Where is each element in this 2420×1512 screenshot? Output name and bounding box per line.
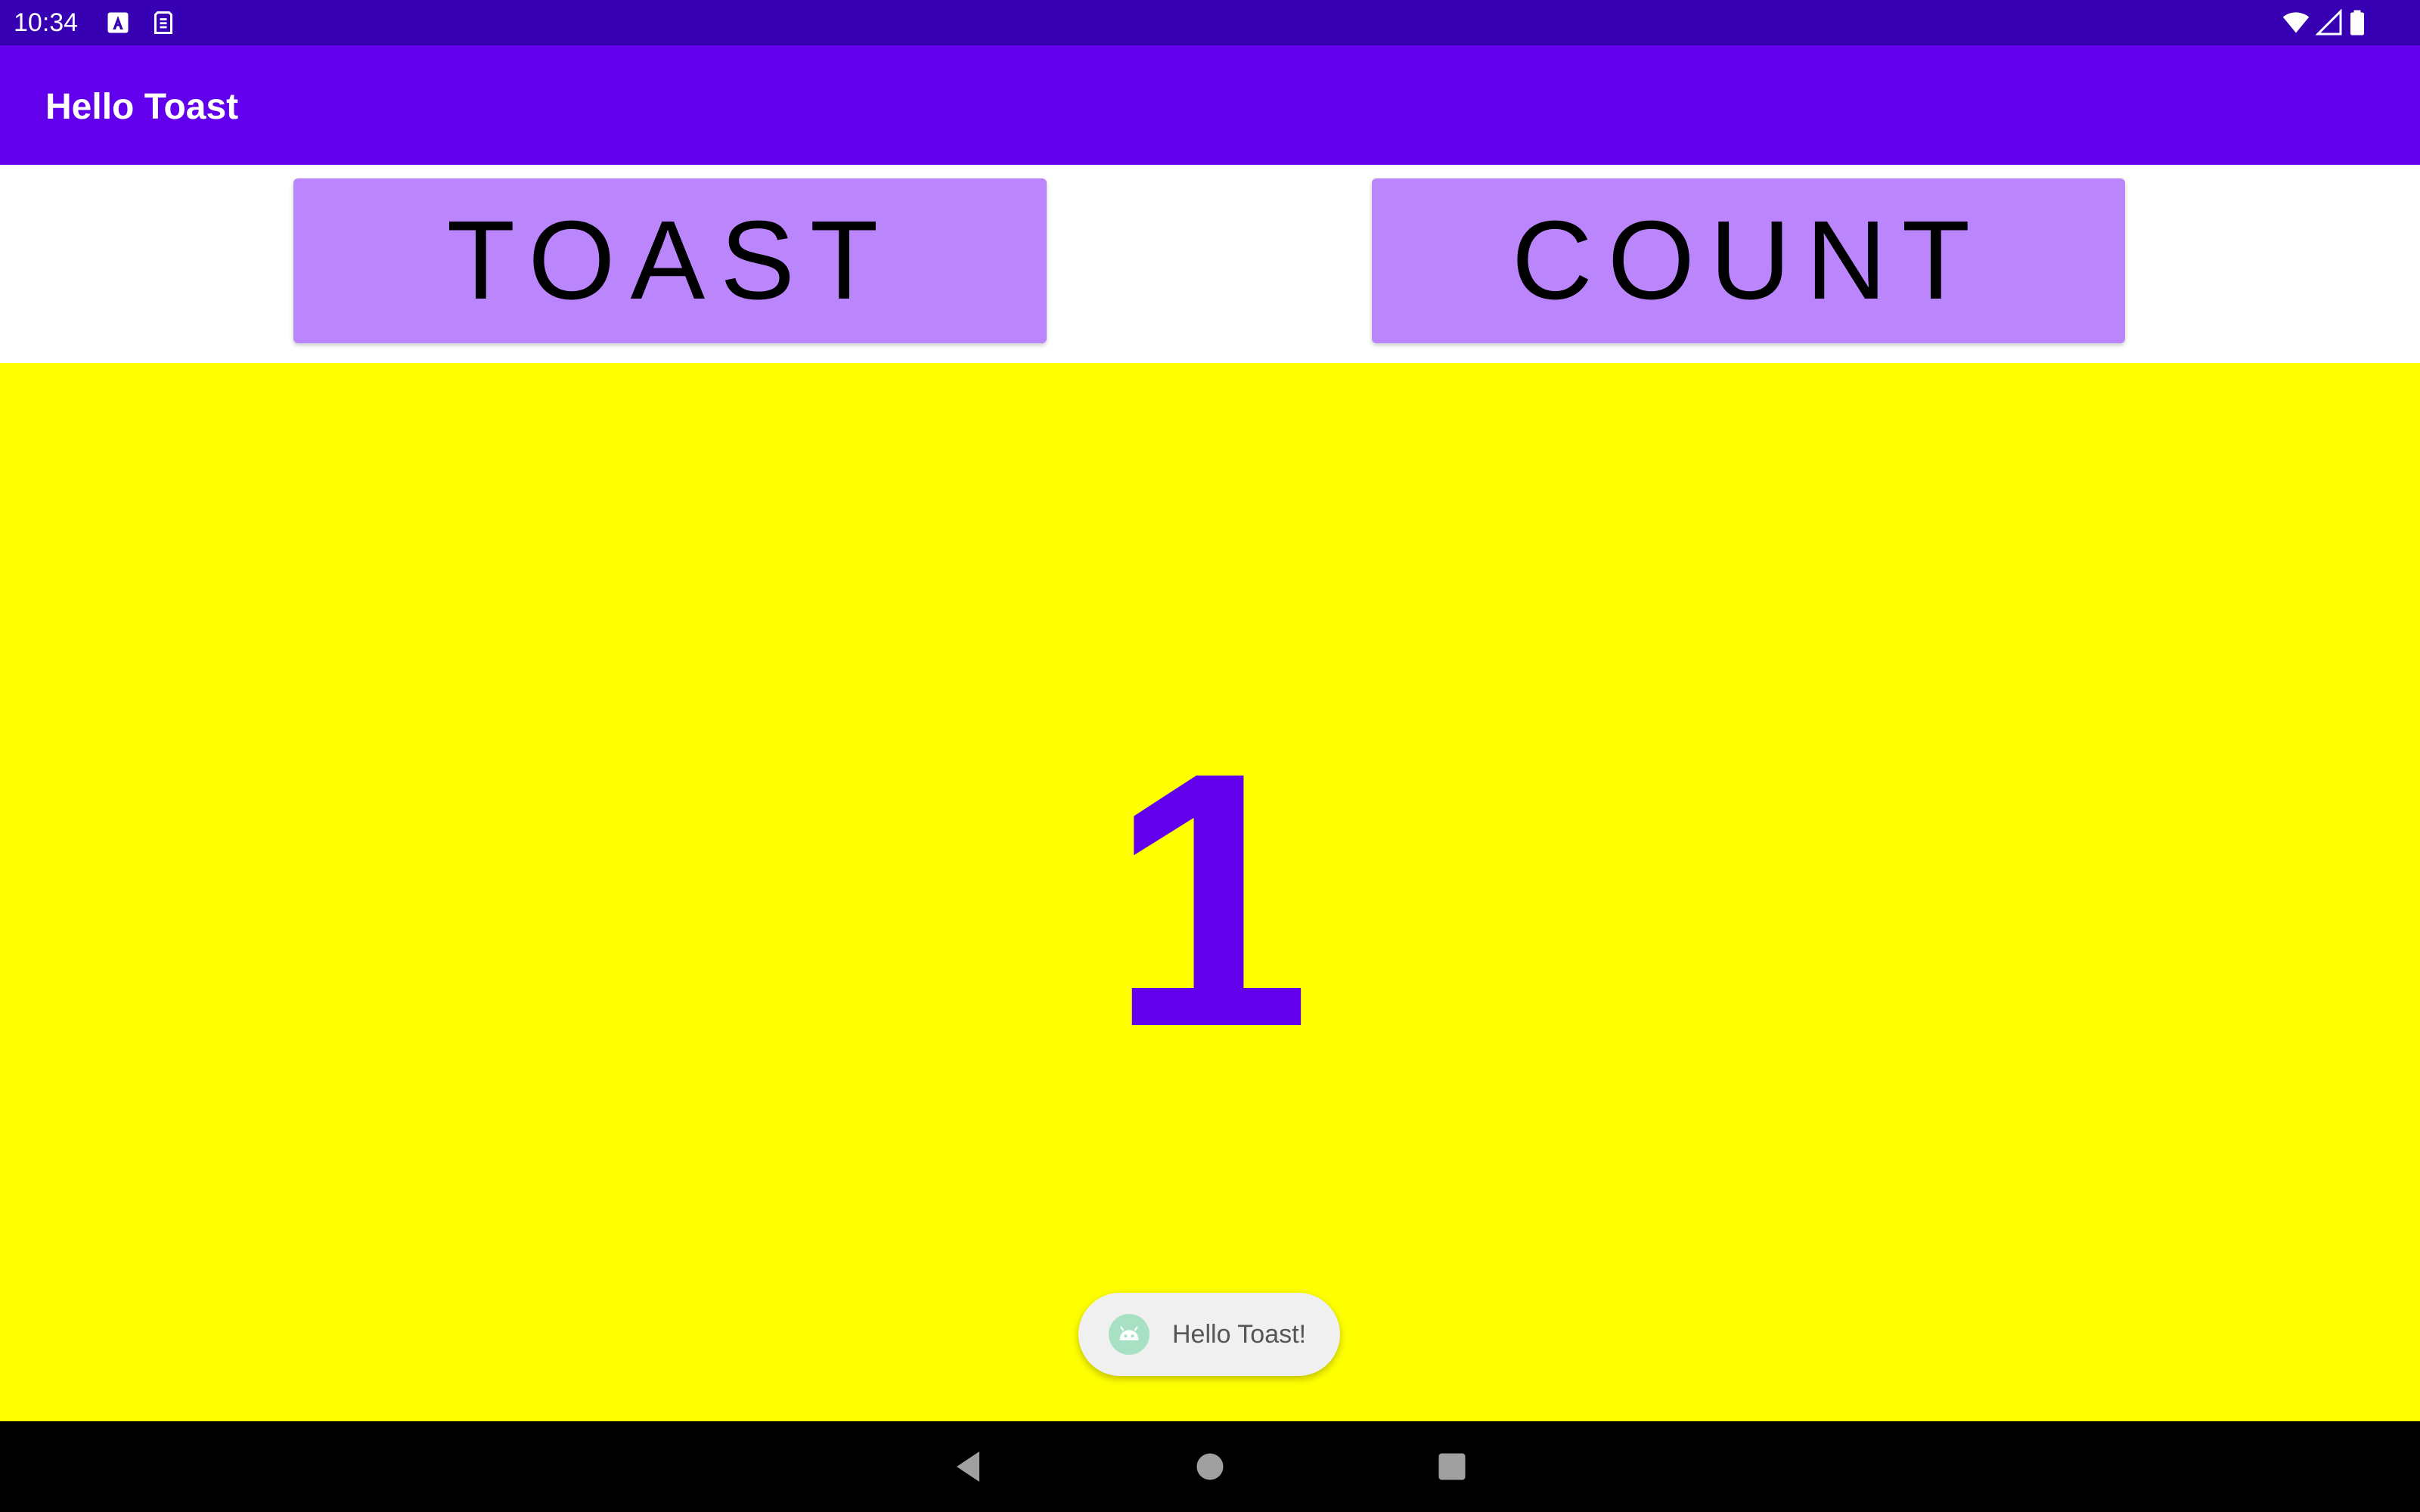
toast-text: Hello Toast! [1172,1320,1307,1349]
wifi-icon [2282,12,2310,33]
app-bar: Hello Toast [0,45,2420,165]
sim-icon [154,11,172,34]
app-title: Hello Toast [45,87,239,127]
status-bar: 10:34 [0,0,2420,45]
toast-message: Hello Toast! [1078,1293,1340,1376]
signal-icon [2316,9,2342,36]
count-button[interactable]: COUNT [1372,178,2125,343]
count-display-area: 1 [0,363,2420,1421]
status-time: 10:34 [14,8,79,37]
home-icon[interactable] [1187,1444,1233,1489]
recents-icon[interactable] [1429,1444,1475,1489]
toast-button[interactable]: TOAST [293,178,1047,343]
keyboard-a-icon [107,12,129,33]
android-icon [1109,1314,1150,1355]
navigation-bar [0,1421,2420,1512]
battery-icon [2350,10,2364,36]
back-icon[interactable] [945,1444,991,1489]
button-row: TOAST COUNT [0,165,2420,363]
app-screen: 10:34 Hello Toast TOAST COUNT 1 Hello To… [0,0,2420,1512]
count-value: 1 [1109,696,1311,1102]
